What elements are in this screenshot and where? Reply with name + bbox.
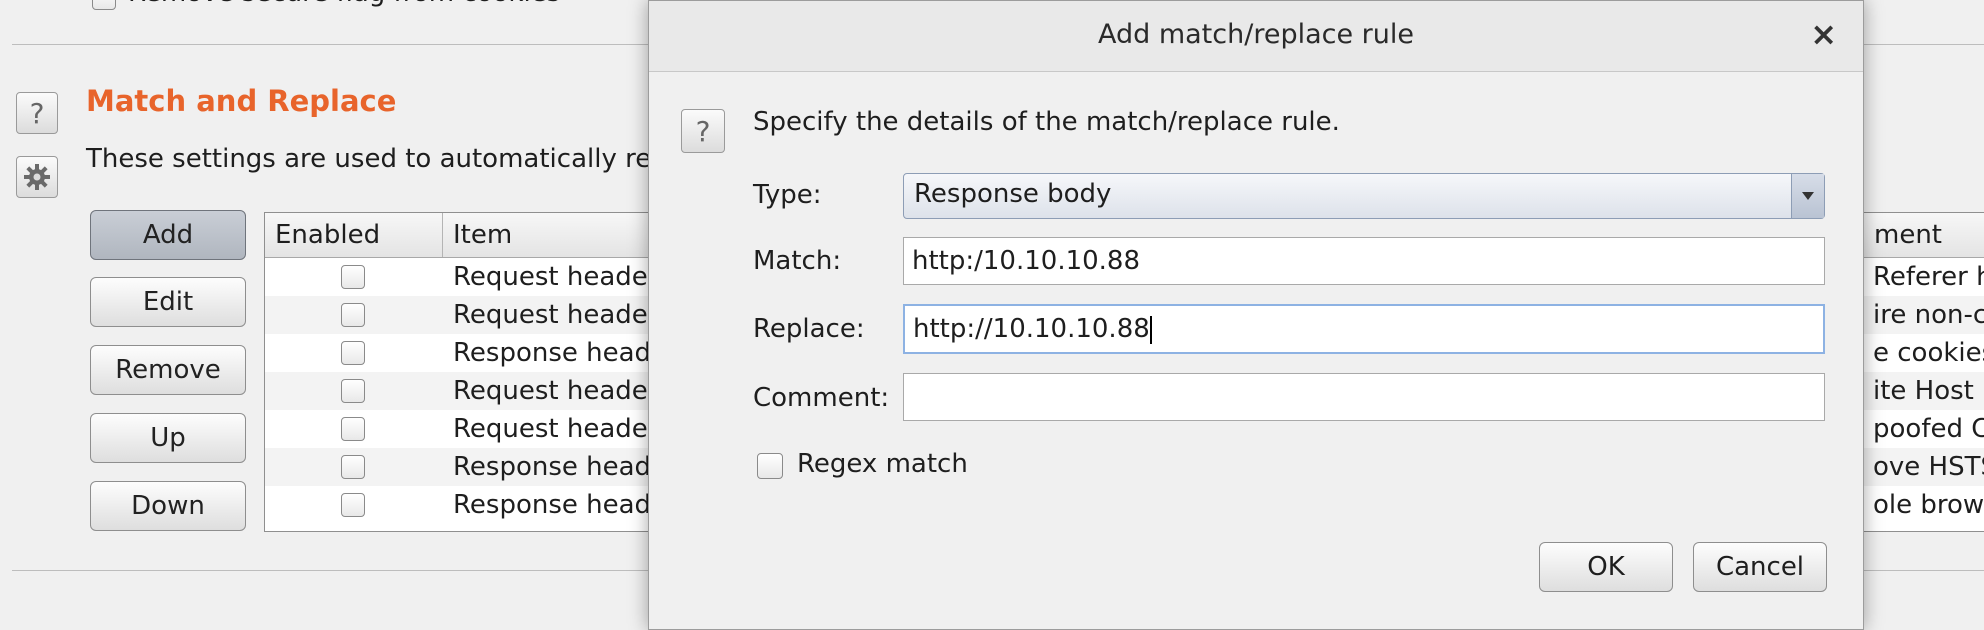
row-comment: Referer he — [1873, 262, 1984, 292]
row-item: Response head — [453, 338, 652, 368]
row-comment: poofed C — [1873, 414, 1984, 444]
dialog-titlebar[interactable]: Add match/replace rule × — [649, 1, 1863, 72]
match-label: Match: — [753, 246, 842, 276]
dialog-prompt: Specify the details of the match/replace… — [753, 107, 1340, 137]
comment-input[interactable] — [903, 373, 1825, 421]
add-button[interactable]: Add — [90, 210, 246, 260]
row-item: Response head — [453, 490, 652, 520]
up-button[interactable]: Up — [90, 413, 246, 463]
add-rule-dialog: Add match/replace rule × ? Specify the d… — [648, 0, 1864, 630]
chevron-down-glyph — [1802, 192, 1814, 200]
row-enabled-checkbox[interactable] — [341, 455, 365, 479]
row-item: Response head — [453, 452, 652, 482]
column-header-comment[interactable]: ment — [1863, 213, 1984, 257]
replace-label: Replace: — [753, 314, 865, 344]
remove-secure-flag-label: Remove secure flag from cookies — [128, 0, 560, 8]
row-item: Request heade — [453, 376, 648, 406]
cancel-button[interactable]: Cancel — [1693, 542, 1827, 592]
row-comment: e cookies — [1873, 338, 1984, 368]
replace-input-value: http://10.10.10.88 — [913, 314, 1150, 344]
down-button[interactable]: Down — [90, 481, 246, 531]
help-icon[interactable]: ? — [16, 92, 58, 134]
comment-label: Comment: — [753, 383, 890, 413]
row-comment: ite Host h — [1873, 376, 1984, 406]
regex-match-checkbox[interactable] — [757, 453, 783, 479]
row-enabled-checkbox[interactable] — [341, 493, 365, 517]
row-enabled-checkbox[interactable] — [341, 379, 365, 403]
row-comment: ole browse — [1873, 490, 1984, 520]
dialog-help-icon[interactable]: ? — [681, 109, 725, 153]
text-caret — [1149, 315, 1152, 344]
ok-button[interactable]: OK — [1539, 542, 1673, 592]
regex-match-label: Regex match — [797, 449, 968, 479]
remove-secure-flag-checkbox[interactable] — [92, 0, 116, 10]
row-enabled-checkbox[interactable] — [341, 417, 365, 441]
column-header-enabled[interactable]: Enabled — [265, 213, 443, 257]
remove-button[interactable]: Remove — [90, 345, 246, 395]
chevron-down-icon[interactable] — [1791, 174, 1824, 218]
row-comment: ove HSTS — [1873, 452, 1984, 482]
edit-button[interactable]: Edit — [90, 277, 246, 327]
row-item: Request heade — [453, 414, 648, 444]
dialog-title: Add match/replace rule — [1097, 19, 1414, 50]
row-item: Request heade — [453, 262, 648, 292]
match-input[interactable]: http:/10.10.10.88 — [903, 237, 1825, 285]
row-enabled-checkbox[interactable] — [341, 265, 365, 289]
type-select[interactable]: Response body — [903, 173, 1825, 219]
close-icon[interactable]: × — [1810, 15, 1837, 53]
type-label: Type: — [753, 180, 822, 210]
gear-icon-glyph — [24, 164, 50, 190]
section-title: Match and Replace — [86, 84, 397, 118]
replace-input[interactable]: http://10.10.10.88 — [903, 304, 1825, 354]
row-comment: ire non-co — [1873, 300, 1984, 330]
gear-icon[interactable] — [16, 156, 58, 198]
row-enabled-checkbox[interactable] — [341, 341, 365, 365]
row-enabled-checkbox[interactable] — [341, 303, 365, 327]
type-select-value: Response body — [914, 179, 1112, 209]
section-description: These settings are used to automatically… — [86, 144, 652, 174]
row-item: Request heade — [453, 300, 648, 330]
